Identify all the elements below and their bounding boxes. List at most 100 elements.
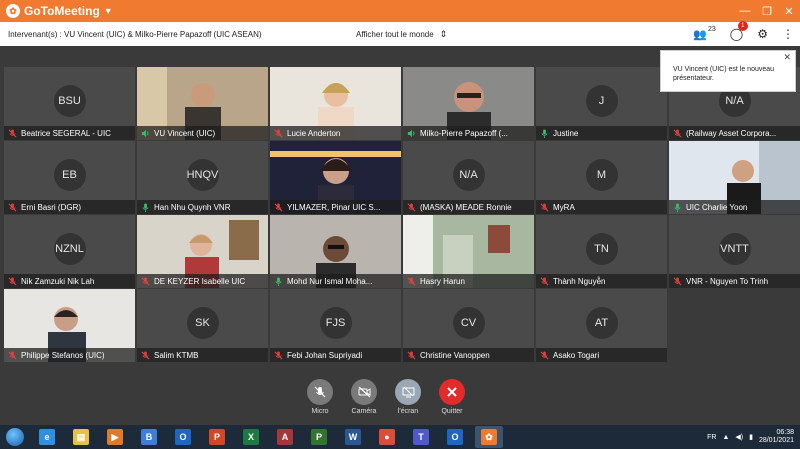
participant-tile[interactable]: AT Asako Togari bbox=[536, 289, 667, 362]
mic-off-icon bbox=[307, 379, 333, 405]
participant-name: MyRA bbox=[553, 202, 575, 212]
gotomeeting-logo-icon: ✿ bbox=[6, 4, 20, 18]
participant-tile[interactable]: EB Erni Basri (DGR) bbox=[4, 141, 135, 214]
participant-avatar: HNQV bbox=[186, 159, 219, 191]
taskbar-app-gotomeeting[interactable]: ✿ bbox=[475, 426, 503, 448]
taskbar-app-excel[interactable]: X bbox=[237, 426, 265, 448]
language-indicator[interactable]: FR bbox=[707, 434, 716, 441]
camera-label: Caméra bbox=[351, 408, 377, 415]
participant-label: Erni Basri (DGR) bbox=[4, 200, 135, 214]
participant-tile[interactable]: TN Thành Nguyễn bbox=[536, 215, 667, 288]
app-logo[interactable]: ✿ GoToMeeting ▼ bbox=[0, 4, 113, 18]
participant-tile[interactable]: CV Christine Vanoppen bbox=[403, 289, 534, 362]
participant-label: UIC Charlie Yoon bbox=[669, 200, 800, 214]
participant-name: Thành Nguyễn bbox=[553, 276, 606, 286]
participant-tile[interactable]: M MyRA bbox=[536, 141, 667, 214]
minimize-button[interactable]: — bbox=[734, 5, 756, 18]
taskbar-app-access[interactable]: A bbox=[271, 426, 299, 448]
participant-name: Salim KTMB bbox=[154, 350, 199, 360]
participant-tile[interactable]: UIC Charlie Yoon bbox=[669, 141, 800, 214]
participant-label: Hasry Harun bbox=[403, 274, 534, 288]
participant-tile[interactable]: SK Salim KTMB bbox=[137, 289, 268, 362]
taskbar-app-chrome[interactable]: ● bbox=[373, 426, 401, 448]
chrome-icon: ● bbox=[379, 429, 395, 445]
taskbar-app-project[interactable]: P bbox=[305, 426, 333, 448]
participant-tile[interactable]: Lucie Anderton bbox=[270, 67, 401, 140]
participant-tile[interactable]: VNTT VNR - Nguyen To Trinh bbox=[669, 215, 800, 288]
participant-tile[interactable]: Philippe Stefanos (UIC) bbox=[4, 289, 135, 362]
close-icon[interactable]: ✕ bbox=[783, 53, 791, 62]
participant-name: VNR - Nguyen To Trinh bbox=[686, 276, 769, 286]
taskbar-app-powerpoint[interactable]: P bbox=[203, 426, 231, 448]
mic-muted-icon bbox=[673, 276, 682, 285]
participant-tile[interactable]: YILMAZER, Pinar UIC S... bbox=[270, 141, 401, 214]
participant-tile[interactable]: DE KEYZER Isabelle UIC bbox=[137, 215, 268, 288]
participant-tile[interactable]: N/A (MASKA) MEADE Ronnie bbox=[403, 141, 534, 214]
taskbar-app-ie[interactable]: e bbox=[33, 426, 61, 448]
taskbar-app-teams[interactable]: T bbox=[407, 426, 435, 448]
participant-label: Febi Johan Supriyadi bbox=[270, 348, 401, 362]
chat-button[interactable]: ◯ 1 bbox=[730, 21, 748, 41]
presenter-notification: ✕ VU Vincent (UIC) est le nouveau présen… bbox=[660, 50, 796, 92]
participant-grid: BSU Beatrice SEGERAL - UIC VU Vincent (UIC… bbox=[4, 67, 800, 362]
mic-button[interactable]: Micro bbox=[300, 379, 340, 415]
b-app-icon: B bbox=[141, 429, 157, 445]
screen-share-icon bbox=[395, 379, 421, 405]
participant-name: YILMAZER, Pinar UIC S... bbox=[287, 202, 381, 212]
participant-tile[interactable]: HNQV Han Nhu Quynh VNR bbox=[137, 141, 268, 214]
taskbar-app-outlook[interactable]: O bbox=[169, 426, 197, 448]
participant-tile[interactable]: Milko-Pierre Papazoff (... bbox=[403, 67, 534, 140]
outlook-icon: O bbox=[175, 429, 191, 445]
participant-tile[interactable]: Hasry Harun bbox=[403, 215, 534, 288]
participant-name: Erni Basri (DGR) bbox=[21, 202, 82, 212]
camera-button[interactable]: Caméra bbox=[344, 379, 384, 415]
view-selector[interactable]: Afficher tout le monde ⇕ bbox=[356, 22, 447, 46]
network-icon[interactable]: ▮ bbox=[749, 433, 753, 441]
participant-avatar: VNTT bbox=[718, 233, 751, 265]
taskbar-app-explorer[interactable]: ▤ bbox=[67, 426, 95, 448]
participant-label: MyRA bbox=[536, 200, 667, 214]
gotomeeting-window: ✿ GoToMeeting ▼ — ❐ ✕ Intervenant(s) : V… bbox=[0, 0, 800, 449]
people-icon: 👥 bbox=[693, 28, 707, 41]
participant-tile[interactable]: BSU Beatrice SEGERAL - UIC bbox=[4, 67, 135, 140]
participant-name: (MASKA) MEADE Ronnie bbox=[420, 202, 512, 212]
tray-arrow-icon[interactable]: ▲ bbox=[722, 434, 729, 441]
app-menu-caret-icon[interactable]: ▼ bbox=[104, 6, 113, 16]
gotomeeting-icon: ✿ bbox=[481, 429, 497, 445]
mic-on-icon bbox=[674, 202, 681, 212]
attendees-button[interactable]: 👥 23 bbox=[693, 26, 716, 41]
participant-avatar: FJS bbox=[319, 307, 352, 339]
current-speakers: Intervenant(s) : VU Vincent (UIC) & Milk… bbox=[8, 29, 262, 39]
taskbar-app-word[interactable]: W bbox=[339, 426, 367, 448]
restore-button[interactable]: ❐ bbox=[756, 5, 778, 18]
participant-label: Asako Togari bbox=[536, 348, 667, 362]
participant-tile[interactable]: Mohd Nur Ismal Moha... bbox=[270, 215, 401, 288]
participant-tile[interactable]: J Justine bbox=[536, 67, 667, 140]
volume-icon[interactable]: ◀) bbox=[735, 433, 743, 441]
mic-on-icon bbox=[275, 276, 282, 286]
participant-tile[interactable]: NZNL Nik Zamzuki Nik Lah bbox=[4, 215, 135, 288]
mic-muted-icon bbox=[540, 202, 549, 211]
mic-on-icon bbox=[142, 202, 149, 212]
mic-muted-icon bbox=[274, 128, 283, 137]
taskbar-app-outlook2[interactable]: O bbox=[441, 426, 469, 448]
participant-label: Han Nhu Quynh VNR bbox=[137, 200, 268, 214]
taskbar-app-b-app[interactable]: B bbox=[135, 426, 163, 448]
taskbar-app-media[interactable]: ▶ bbox=[101, 426, 129, 448]
clock[interactable]: 06:38 28/01/2021 bbox=[759, 429, 794, 445]
participant-tile[interactable]: VU Vincent (UIC) bbox=[137, 67, 268, 140]
close-window-button[interactable]: ✕ bbox=[778, 5, 800, 18]
top-right-icons: 👥 23 ◯ 1 ⚙ ⋮ bbox=[693, 21, 794, 46]
start-button[interactable] bbox=[0, 425, 30, 449]
app-name: GoToMeeting bbox=[24, 4, 100, 18]
gear-icon[interactable]: ⚙ bbox=[757, 27, 768, 41]
screen-share-button[interactable]: l'écran bbox=[388, 379, 428, 415]
quit-button[interactable]: Quitter bbox=[432, 379, 472, 415]
participant-name: Asako Togari bbox=[553, 350, 600, 360]
participant-label: Thành Nguyễn bbox=[536, 274, 667, 288]
participant-name: Mohd Nur Ismal Moha... bbox=[287, 276, 373, 286]
participant-tile[interactable]: FJS Febi Johan Supriyadi bbox=[270, 289, 401, 362]
mic-muted-icon bbox=[141, 276, 150, 285]
participant-avatar: SK bbox=[186, 307, 219, 339]
more-options-icon[interactable]: ⋮ bbox=[782, 27, 794, 41]
